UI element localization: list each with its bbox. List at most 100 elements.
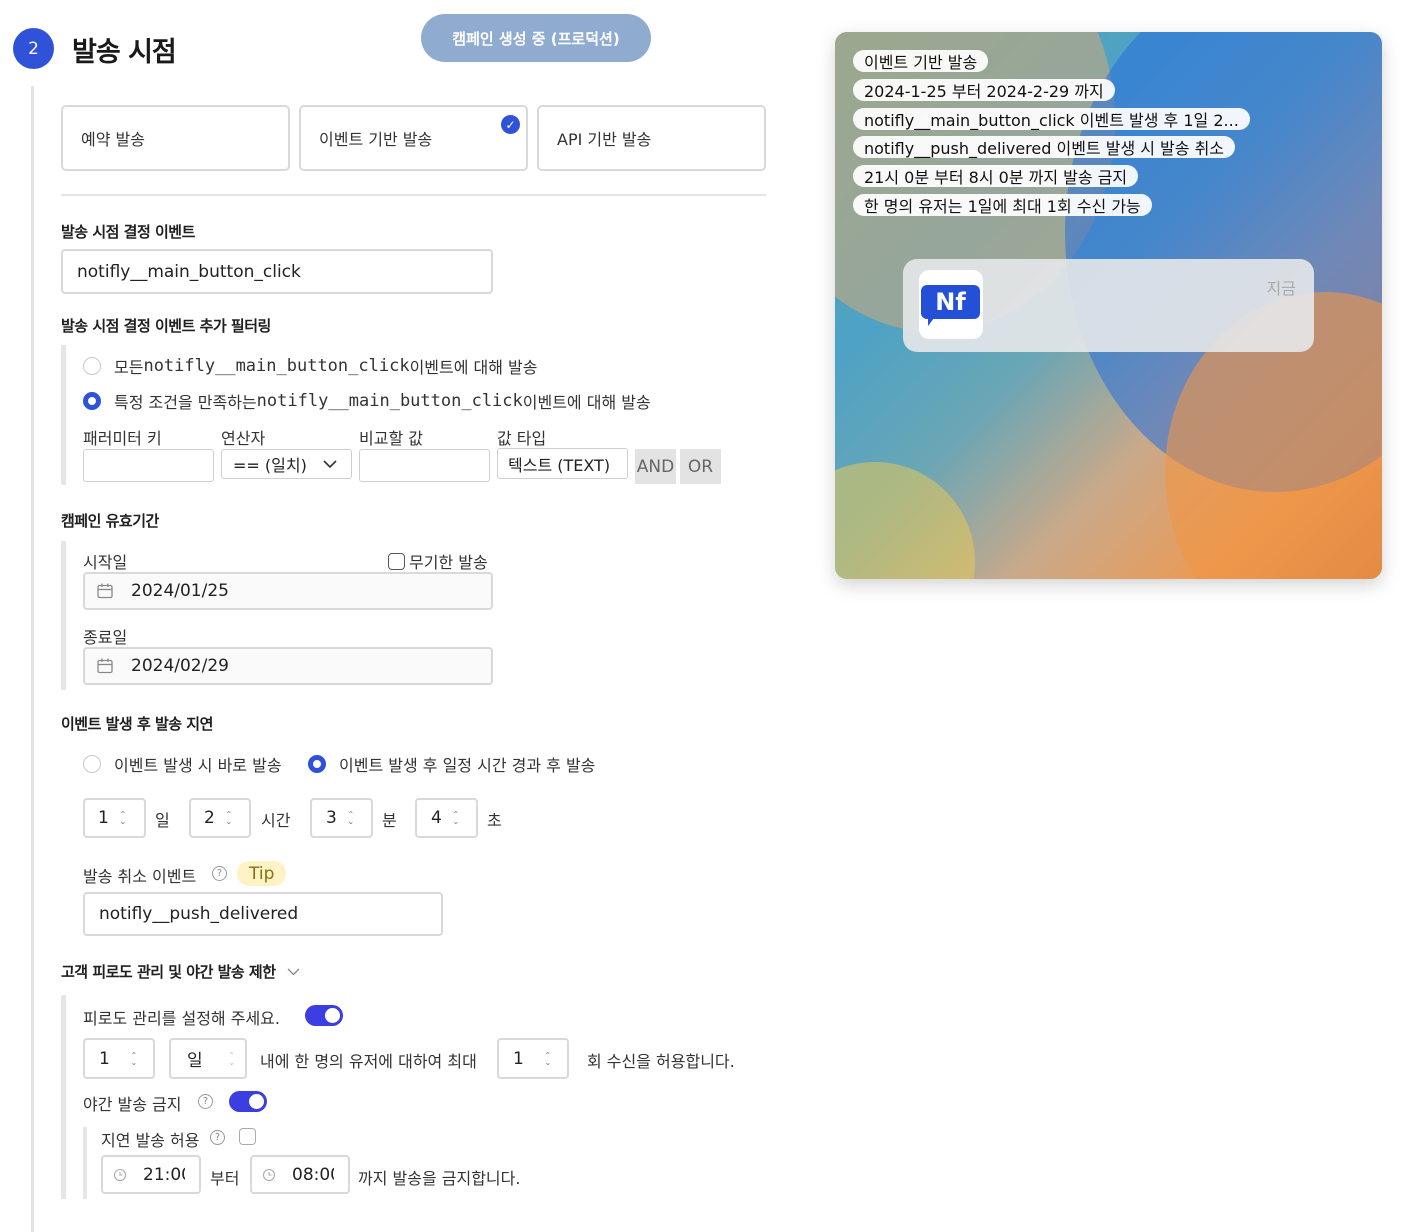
fatigue-section-toggle[interactable]: 고객 피로도 관리 및 야간 발송 제한 <box>61 961 300 982</box>
stepper-icon[interactable]: ⌃ ⌄ <box>345 811 357 826</box>
radio-unselected[interactable] <box>83 357 101 375</box>
value-type-label: 값 타입 <box>497 429 547 448</box>
night-block-label: 야간 발송 금지 <box>83 1095 182 1114</box>
start-date-input[interactable]: 2024/01/25 <box>83 572 493 610</box>
param-key-input[interactable] <box>83 449 214 482</box>
validity-label: 캠페인 유효기간 <box>61 512 159 530</box>
fatigue-max-count-input[interactable]: 1 ⌃ ⌄ <box>497 1038 569 1079</box>
brand-logo-icon: Nf <box>921 285 980 319</box>
option-text: 특정 조건을 만족하는 <box>114 393 257 412</box>
stepper-icon[interactable]: ⌃ ⌄ <box>128 1051 140 1066</box>
option-text: 이벤트 발생 시 바로 발송 <box>114 756 282 775</box>
send-type-label: API 기반 발송 <box>557 130 652 149</box>
stepper-icon[interactable]: ⌃ ⌄ <box>450 811 462 826</box>
radio-selected[interactable] <box>83 392 101 410</box>
section-vertical-line <box>31 86 34 1232</box>
unlimited-label: 무기한 발송 <box>409 553 488 572</box>
delay-days-input[interactable]: 1 ⌃ ⌄ <box>83 798 146 838</box>
end-date-input[interactable]: 2024/02/29 <box>83 647 493 685</box>
option-text: 이벤트에 대해 발송 <box>409 358 538 377</box>
filter-option-all[interactable]: 모든 notifly__main_button_click 이벤트에 대해 발송 <box>83 354 538 378</box>
delay-hours-input[interactable]: 2 ⌃ ⌄ <box>189 798 251 838</box>
radio-selected[interactable] <box>308 755 326 773</box>
or-button[interactable]: OR <box>680 449 721 484</box>
delay-allow-checkbox[interactable] <box>239 1128 256 1145</box>
delay-minutes-input[interactable]: 3 ⌃ ⌄ <box>310 798 373 838</box>
night-start-time-value: 21:00 <box>143 1164 185 1185</box>
end-date-value: 2024/02/29 <box>131 656 229 676</box>
tip-badge[interactable]: Tip <box>237 861 287 886</box>
delay-option-delayed[interactable]: 이벤트 발생 후 일정 시간 경과 후 발송 <box>308 752 595 776</box>
filter-option-specific[interactable]: 특정 조건을 만족하는 notifly__main_button_click 이… <box>83 389 651 413</box>
delay-seconds-value: 4 <box>431 808 442 828</box>
event-code: notifly__main_button_click <box>143 356 410 376</box>
push-notification-card: Nf 지금 <box>903 259 1314 352</box>
send-type-card-event[interactable]: 이벤트 기반 발송 ✓ <box>299 105 528 171</box>
and-button[interactable]: AND <box>635 449 676 484</box>
stepper-icon[interactable]: ⌃ ⌄ <box>117 811 129 826</box>
send-type-card-api[interactable]: API 기반 발송 <box>537 105 766 171</box>
fatigue-period-unit-value: 일 <box>187 1051 203 1071</box>
delay-seconds-input[interactable]: 4 ⌃ ⌄ <box>415 798 478 838</box>
filtering-label: 발송 시점 결정 이벤트 추가 필터링 <box>61 317 271 335</box>
nested-indent-bar <box>83 1127 87 1199</box>
help-icon[interactable]: ? <box>198 1094 213 1109</box>
minutes-unit-label: 분 <box>382 811 397 830</box>
notification-time: 지금 <box>1266 279 1296 298</box>
send-type-card-scheduled[interactable]: 예약 발송 <box>61 105 290 171</box>
night-block-toggle[interactable] <box>229 1091 267 1112</box>
cancel-event-input[interactable]: notifly__push_delivered <box>83 892 443 936</box>
group-indent-bar <box>61 345 66 485</box>
stepper-icon[interactable]: ⌃ ⌄ <box>223 811 235 826</box>
to-suffix-text: 까지 발송을 금지합니다. <box>358 1169 521 1188</box>
delay-option-immediate[interactable]: 이벤트 발생 시 바로 발송 <box>83 752 282 776</box>
unlimited-checkbox[interactable]: 무기한 발송 <box>388 549 488 573</box>
cancel-event-value: notifly__push_delivered <box>99 904 299 924</box>
divider <box>61 194 766 196</box>
send-type-label: 예약 발송 <box>81 130 145 149</box>
operator-label: 연산자 <box>221 429 266 448</box>
fatigue-label: 고객 피로도 관리 및 야간 발송 제한 <box>61 963 276 981</box>
night-end-time-input[interactable]: 08:00 <box>250 1155 350 1194</box>
stepper-icon[interactable]: ⌃ ⌄ <box>226 1051 238 1066</box>
push-preview-panel: 이벤트 기반 발송 2024-1-25 부터 2024-2-29 까지 noti… <box>835 32 1382 579</box>
delay-label: 이벤트 발생 후 발송 지연 <box>61 715 213 733</box>
option-text: 이벤트에 대해 발송 <box>522 393 651 412</box>
app-icon: Nf <box>919 270 983 339</box>
chevron-down-icon <box>287 968 300 975</box>
fatigue-period-count-value: 1 <box>99 1048 110 1069</box>
delay-days-value: 1 <box>98 808 109 828</box>
checkbox-box[interactable] <box>388 552 405 570</box>
delay-hours-value: 2 <box>204 808 215 828</box>
check-icon: ✓ <box>501 115 520 134</box>
trigger-event-label: 발송 시점 결정 이벤트 <box>61 223 195 241</box>
param-key-label: 패러미터 키 <box>83 429 162 448</box>
value-type-select[interactable]: 텍스트 (TEXT) <box>497 448 628 479</box>
logo-tail <box>928 318 940 326</box>
fatigue-max-count-value: 1 <box>513 1048 524 1069</box>
fatigue-period-count-input[interactable]: 1 ⌃ ⌄ <box>83 1038 155 1079</box>
days-unit-label: 일 <box>155 811 170 830</box>
preview-summary-chip: 2024-1-25 부터 2024-2-29 까지 <box>853 79 1115 101</box>
seconds-unit-label: 초 <box>487 811 502 830</box>
help-icon[interactable]: ? <box>210 1130 225 1145</box>
preview-summary-chip: 21시 0분 부터 8시 0분 까지 발송 금지 <box>853 165 1139 187</box>
fatigue-end-text: 회 수신을 허용합니다. <box>587 1052 735 1071</box>
end-date-label: 종료일 <box>83 628 128 647</box>
wallpaper-shape <box>835 462 975 579</box>
preview-summary-chip: 한 명의 유저는 1일에 최대 1회 수신 가능 <box>853 194 1152 216</box>
stepper-icon[interactable]: ⌃ ⌄ <box>542 1051 554 1066</box>
operator-select[interactable]: == (일치) <box>221 449 352 479</box>
trigger-event-input[interactable]: notifly__main_button_click <box>61 249 493 294</box>
radio-unselected[interactable] <box>83 755 101 773</box>
delay-allow-label: 지연 발송 허용 <box>101 1131 200 1150</box>
fatigue-period-unit-select[interactable]: 일 ⌃ ⌄ <box>169 1038 247 1079</box>
fatigue-toggle[interactable] <box>305 1005 343 1026</box>
group-indent-bar <box>61 541 66 690</box>
preview-summary-chip: notifly__main_button_click 이벤트 발생 후 1일 2… <box>853 108 1250 130</box>
compare-value-input[interactable] <box>359 449 490 482</box>
night-start-time-input[interactable]: 21:00 <box>101 1155 201 1194</box>
clock-icon <box>262 1168 276 1181</box>
help-icon[interactable]: ? <box>212 866 227 881</box>
calendar-icon <box>97 658 113 674</box>
